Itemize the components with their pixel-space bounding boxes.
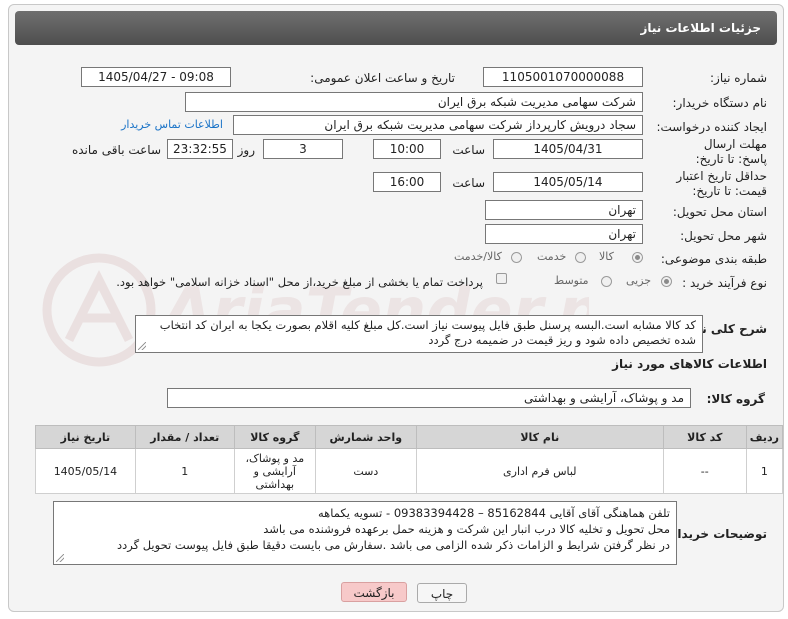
category-label: طبقه بندی موضوعی: [660,252,767,266]
province-field: تهران [485,200,643,220]
cell-name: لباس فرم اداری [415,448,664,494]
buyer-contact-link[interactable]: اطلاعات تماس خریدار [121,118,223,131]
price-validity-label: حداقل تاریخ اعتبار قیمت: تا تاریخ: [676,169,767,198]
buyer-notes-line: تلفن هماهنگی آقای آقایی 85162844 – 09383… [318,506,670,520]
cell-date: 1405/05/14 [35,448,136,494]
category-radio-service[interactable] [575,252,586,263]
resize-handle[interactable] [138,342,146,350]
process-option-minor: جزیی [626,274,652,287]
col-row: ردیف [745,425,783,449]
announce-datetime-label: تاریخ و ساعت اعلان عمومی: [310,71,455,85]
table-row: 1 -- لباس فرم اداری دست مد و پوشاک، آرای… [35,448,783,494]
city-label: شهر محل تحویل: [680,229,767,243]
items-table: ردیف کد کالا نام کالا واحد شمارش گروه کا… [35,425,783,494]
need-details-panel: جزئیات اطلاعات نیاز AriaTender.net شماره… [8,4,784,612]
process-option-medium: متوسط [554,274,589,287]
days-remaining-field: 3 [263,139,343,159]
process-label: نوع فرآیند خرید : [682,276,767,290]
category-radio-goods[interactable] [632,252,643,263]
cell-qty: 1 [134,448,235,494]
watermark-logo: AriaTender.net [42,253,589,367]
buyer-notes-label: توضیحات خریدار: [665,527,767,541]
col-unit: واحد شمارش [314,425,417,449]
deadline-label: مهلت ارسال پاسخ: تا تاریخ: [695,137,767,166]
col-date: تاریخ نیاز [35,425,136,449]
announce-datetime-field: 1405/04/27 - 09:08 [81,67,231,87]
col-group: گروه کالا [233,425,316,449]
print-button[interactable]: چاپ [417,583,467,603]
need-number-field: 1105001070000088 [483,67,643,87]
deadline-time-label: ساعت [452,143,485,157]
resize-handle[interactable] [56,554,64,562]
buyer-org-label: نام دستگاه خریدار: [672,96,768,110]
panel-header: جزئیات اطلاعات نیاز [15,11,777,45]
cell-group: مد و پوشاک، آرایشی و بهداشتی [233,448,316,494]
remaining-time-field: 23:32:55 [167,139,233,159]
process-radio-medium[interactable] [601,276,612,287]
buyer-notes-textarea: تلفن هماهنگی آقای آقایی 85162844 – 09383… [53,501,677,565]
goods-group-field: مد و پوشاک، آرایشی و بهداشتی [167,388,691,408]
goods-section-title: اطلاعات کالاهای مورد نیاز [612,357,767,371]
creator-label: ایجاد کننده درخواست: [656,120,767,134]
back-button[interactable]: بازگشت [341,582,407,602]
deadline-date-field: 1405/04/31 [493,139,643,159]
payment-treasury-checkbox[interactable] [496,273,507,284]
buyer-notes-line: در نظر گرفتن شرایط و الزامات ذکر شده الز… [117,538,670,552]
buyer-org-field: شرکت سهامی مدیریت شبکه برق ایران [185,92,643,112]
col-name: نام کالا [415,425,664,449]
remaining-time-label: ساعت باقی مانده [71,143,161,157]
category-option-goods-service: کالا/خدمت [454,250,502,263]
category-radio-goods-service[interactable] [511,252,522,263]
description-textarea: کد کالا مشابه است.البسه پرسنل طبق فایل پ… [135,315,703,353]
process-radio-minor[interactable] [661,276,672,287]
deadline-time-field: 10:00 [373,139,441,159]
col-code: کد کالا [662,425,747,449]
city-field: تهران [485,224,643,244]
province-label: استان محل تحویل: [672,205,767,219]
cell-code: -- [662,448,747,494]
payment-treasury-note: پرداخت تمام یا بخشی از مبلغ خرید،از محل … [116,275,483,289]
col-qty: تعداد / مقدار [134,425,235,449]
category-option-service: خدمت [537,250,567,263]
goods-group-label: گروه کالا: [706,392,765,406]
validity-time-label: ساعت [452,176,485,190]
cell-unit: دست [314,448,417,494]
description-text: کد کالا مشابه است.البسه پرسنل طبق فایل پ… [159,318,696,347]
panel-title: جزئیات اطلاعات نیاز [640,21,761,35]
validity-date-field: 1405/05/14 [493,172,643,192]
category-option-goods: کالا [599,250,614,263]
items-table-header: ردیف کد کالا نام کالا واحد شمارش گروه کا… [35,425,783,449]
creator-field: سجاد درویش کارپرداز شرکت سهامی مدیریت شب… [233,115,643,135]
need-number-label: شماره نیاز: [710,71,767,85]
cell-row: 1 [745,448,783,494]
buyer-notes-line: محل تحویل و تخلیه کالا درب انبار این شرک… [263,522,670,536]
validity-time-field: 16:00 [373,172,441,192]
